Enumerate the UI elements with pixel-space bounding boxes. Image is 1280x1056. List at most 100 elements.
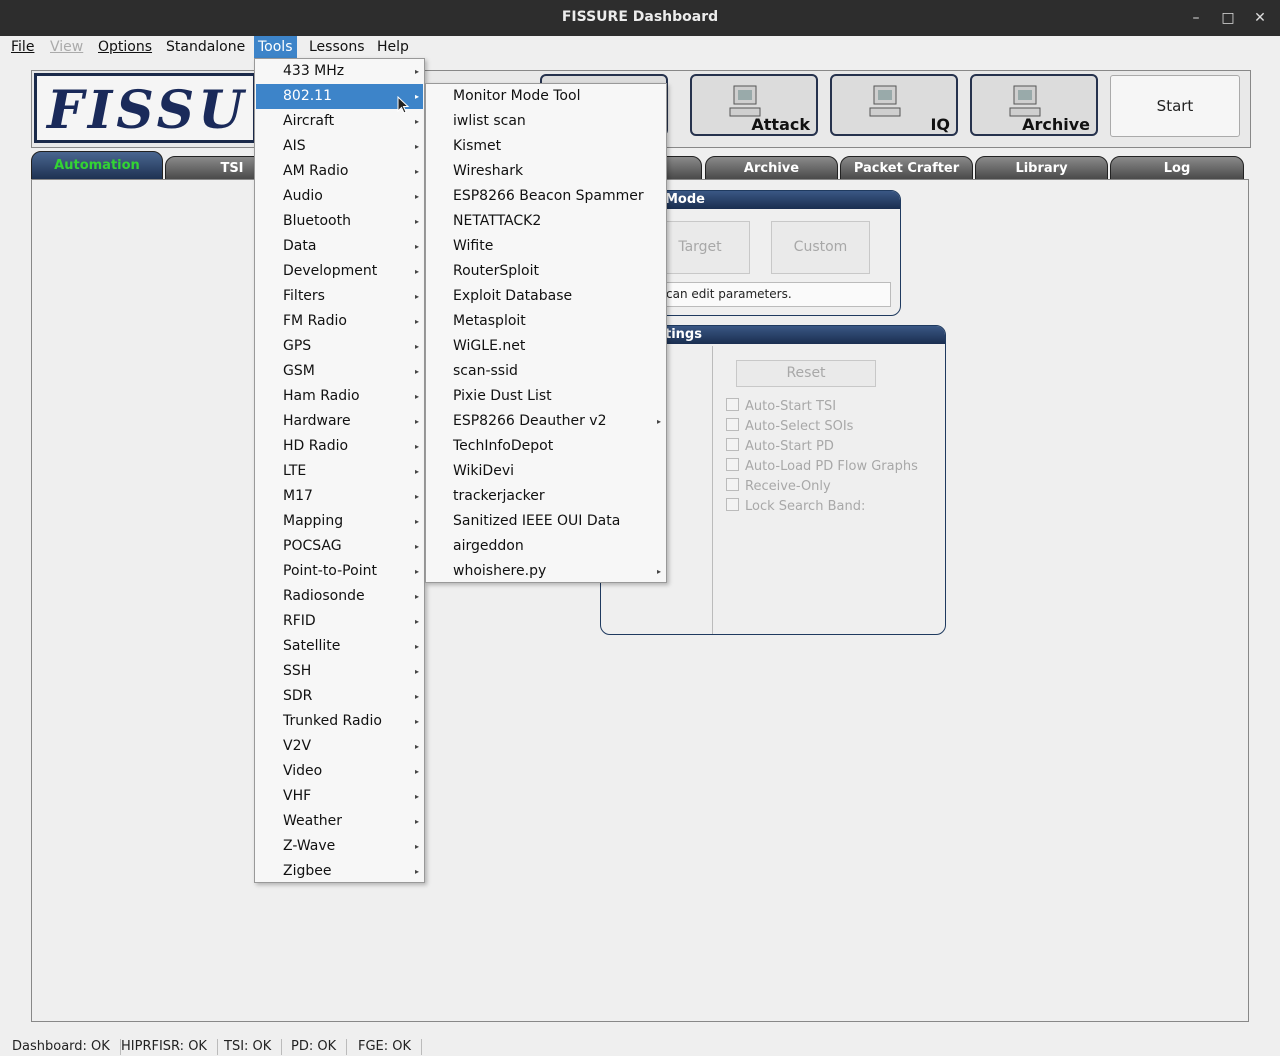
checkbox-icon[interactable] — [726, 438, 739, 451]
tools-menu-item[interactable]: SSH ▸ — [256, 659, 423, 684]
tools-menu-item[interactable]: Point-to-Point ▸ — [256, 559, 423, 584]
submenu-arrow-icon: ▸ — [414, 867, 419, 876]
submenu-item[interactable]: RouterSploit — [427, 259, 665, 284]
menu-view[interactable]: View — [46, 36, 87, 58]
checkbox-label: Receive-Only — [745, 479, 831, 494]
tools-menu-item[interactable]: GPS ▸ — [256, 334, 423, 359]
settings-checkbox[interactable]: Auto-Start TSI — [726, 398, 836, 414]
menu-file[interactable]: File — [7, 36, 38, 58]
tab-log[interactable]: Log — [1110, 156, 1244, 180]
settings-checkbox[interactable]: Auto-Start PD — [726, 438, 834, 454]
menu-options[interactable]: Options — [94, 36, 156, 58]
tools-menu-item[interactable]: Weather ▸ — [256, 809, 423, 834]
tools-menu-item[interactable]: LTE ▸ — [256, 459, 423, 484]
custom-button[interactable]: Custom — [771, 221, 870, 274]
submenu-item[interactable]: Metasploit — [427, 309, 665, 334]
checkbox-icon[interactable] — [726, 398, 739, 411]
submenu-item[interactable]: Kismet — [427, 134, 665, 159]
submenu-item[interactable]: ESP8266 Deauther v2 ▸ — [427, 409, 665, 434]
menu-lessons[interactable]: Lessons — [305, 36, 369, 58]
submenu-item[interactable]: whoishere.py ▸ — [427, 559, 665, 584]
tools-menu-item[interactable]: AIS ▸ — [256, 134, 423, 159]
submenu-item[interactable]: WikiDevi — [427, 459, 665, 484]
menu-tools[interactable]: Tools — [254, 36, 297, 58]
tools-menu-item[interactable]: HD Radio ▸ — [256, 434, 423, 459]
tools-menu-item[interactable]: M17 ▸ — [256, 484, 423, 509]
tools-menu-item[interactable]: AM Radio ▸ — [256, 159, 423, 184]
menu-item-label: Audio — [283, 188, 323, 204]
settings-checkbox[interactable]: Receive-Only — [726, 478, 831, 494]
tools-menu-item[interactable]: VHF ▸ — [256, 784, 423, 809]
menu-item-label: VHF — [283, 788, 312, 804]
tools-menu-item[interactable]: Development ▸ — [256, 259, 423, 284]
tools-menu-item[interactable]: Z-Wave ▸ — [256, 834, 423, 859]
tab-automation[interactable]: Automation — [31, 151, 163, 180]
submenu-item[interactable]: Pixie Dust List — [427, 384, 665, 409]
attack-button[interactable]: Attack — [690, 74, 818, 136]
tools-menu-item[interactable]: Mapping ▸ — [256, 509, 423, 534]
submenu-arrow-icon: ▸ — [414, 542, 419, 551]
tools-menu-item[interactable]: POCSAG ▸ — [256, 534, 423, 559]
menu-item-label: airgeddon — [453, 538, 524, 554]
submenu-item[interactable]: airgeddon — [427, 534, 665, 559]
archive-button[interactable]: Archive — [970, 74, 1098, 136]
menu-item-label: Satellite — [283, 638, 341, 654]
tools-menu-item[interactable]: Radiosonde ▸ — [256, 584, 423, 609]
tools-menu-item[interactable]: Satellite ▸ — [256, 634, 423, 659]
tools-menu-item[interactable]: V2V ▸ — [256, 734, 423, 759]
checkbox-icon[interactable] — [726, 418, 739, 431]
tools-menu-item[interactable]: Audio ▸ — [256, 184, 423, 209]
submenu-arrow-icon: ▸ — [414, 417, 419, 426]
iq-button[interactable]: IQ — [830, 74, 958, 136]
tab-packet-crafter[interactable]: Packet Crafter — [840, 156, 973, 180]
checkbox-icon[interactable] — [726, 498, 739, 511]
settings-checkbox[interactable]: Lock Search Band: — [726, 498, 865, 514]
tab-library[interactable]: Library — [975, 156, 1108, 180]
tools-menu-item[interactable]: SDR ▸ — [256, 684, 423, 709]
menu-item-label: V2V — [283, 738, 312, 754]
submenu-item[interactable]: TechInfoDepot — [427, 434, 665, 459]
submenu-item[interactable]: Sanitized IEEE OUI Data — [427, 509, 665, 534]
tools-menu-item[interactable]: Zigbee ▸ — [256, 859, 423, 884]
menu-item-label: Point-to-Point — [283, 563, 377, 579]
tools-menu-item[interactable]: Video ▸ — [256, 759, 423, 784]
minimize-icon[interactable]: – — [1186, 8, 1206, 28]
reset-button[interactable]: Reset — [736, 360, 876, 387]
maximize-icon[interactable]: □ — [1218, 8, 1238, 28]
submenu-item[interactable]: iwlist scan — [427, 109, 665, 134]
submenu-item[interactable]: Wireshark — [427, 159, 665, 184]
menu-help[interactable]: Help — [373, 36, 413, 58]
tools-menu-item[interactable]: Data ▸ — [256, 234, 423, 259]
checkbox-icon[interactable] — [726, 478, 739, 491]
menu-item-label: Metasploit — [453, 313, 526, 329]
tools-menu-item[interactable]: Trunked Radio ▸ — [256, 709, 423, 734]
start-button[interactable]: Start — [1110, 75, 1240, 137]
tools-menu-item[interactable]: Bluetooth ▸ — [256, 209, 423, 234]
menu-standalone[interactable]: Standalone — [162, 36, 249, 58]
tools-menu-item[interactable]: Ham Radio ▸ — [256, 384, 423, 409]
submenu-arrow-icon: ▸ — [414, 617, 419, 626]
submenu-arrow-icon: ▸ — [414, 692, 419, 701]
tools-menu-item[interactable]: 433 MHz ▸ — [256, 59, 423, 84]
menu-item-label: HD Radio — [283, 438, 349, 454]
submenu-item[interactable]: Wifite — [427, 234, 665, 259]
settings-checkbox[interactable]: Auto-Load PD Flow Graphs — [726, 458, 918, 474]
submenu-item[interactable]: Monitor Mode Tool — [427, 84, 665, 109]
submenu-item[interactable]: WiGLE.net — [427, 334, 665, 359]
submenu-arrow-icon: ▸ — [414, 567, 419, 576]
tools-menu-item[interactable]: FM Radio ▸ — [256, 309, 423, 334]
tools-menu-item[interactable]: GSM ▸ — [256, 359, 423, 384]
submenu-item[interactable]: scan-ssid — [427, 359, 665, 384]
submenu-item[interactable]: NETATTACK2 — [427, 209, 665, 234]
menu-item-label: Bluetooth — [283, 213, 351, 229]
submenu-item[interactable]: Exploit Database — [427, 284, 665, 309]
tab-archive[interactable]: Archive — [705, 156, 838, 180]
tools-menu-item[interactable]: RFID ▸ — [256, 609, 423, 634]
submenu-item[interactable]: trackerjacker — [427, 484, 665, 509]
checkbox-icon[interactable] — [726, 458, 739, 471]
tools-menu-item[interactable]: Hardware ▸ — [256, 409, 423, 434]
tools-menu-item[interactable]: Filters ▸ — [256, 284, 423, 309]
close-icon[interactable]: ✕ — [1250, 8, 1270, 28]
submenu-item[interactable]: ESP8266 Beacon Spammer — [427, 184, 665, 209]
settings-checkbox[interactable]: Auto-Select SOIs — [726, 418, 853, 434]
